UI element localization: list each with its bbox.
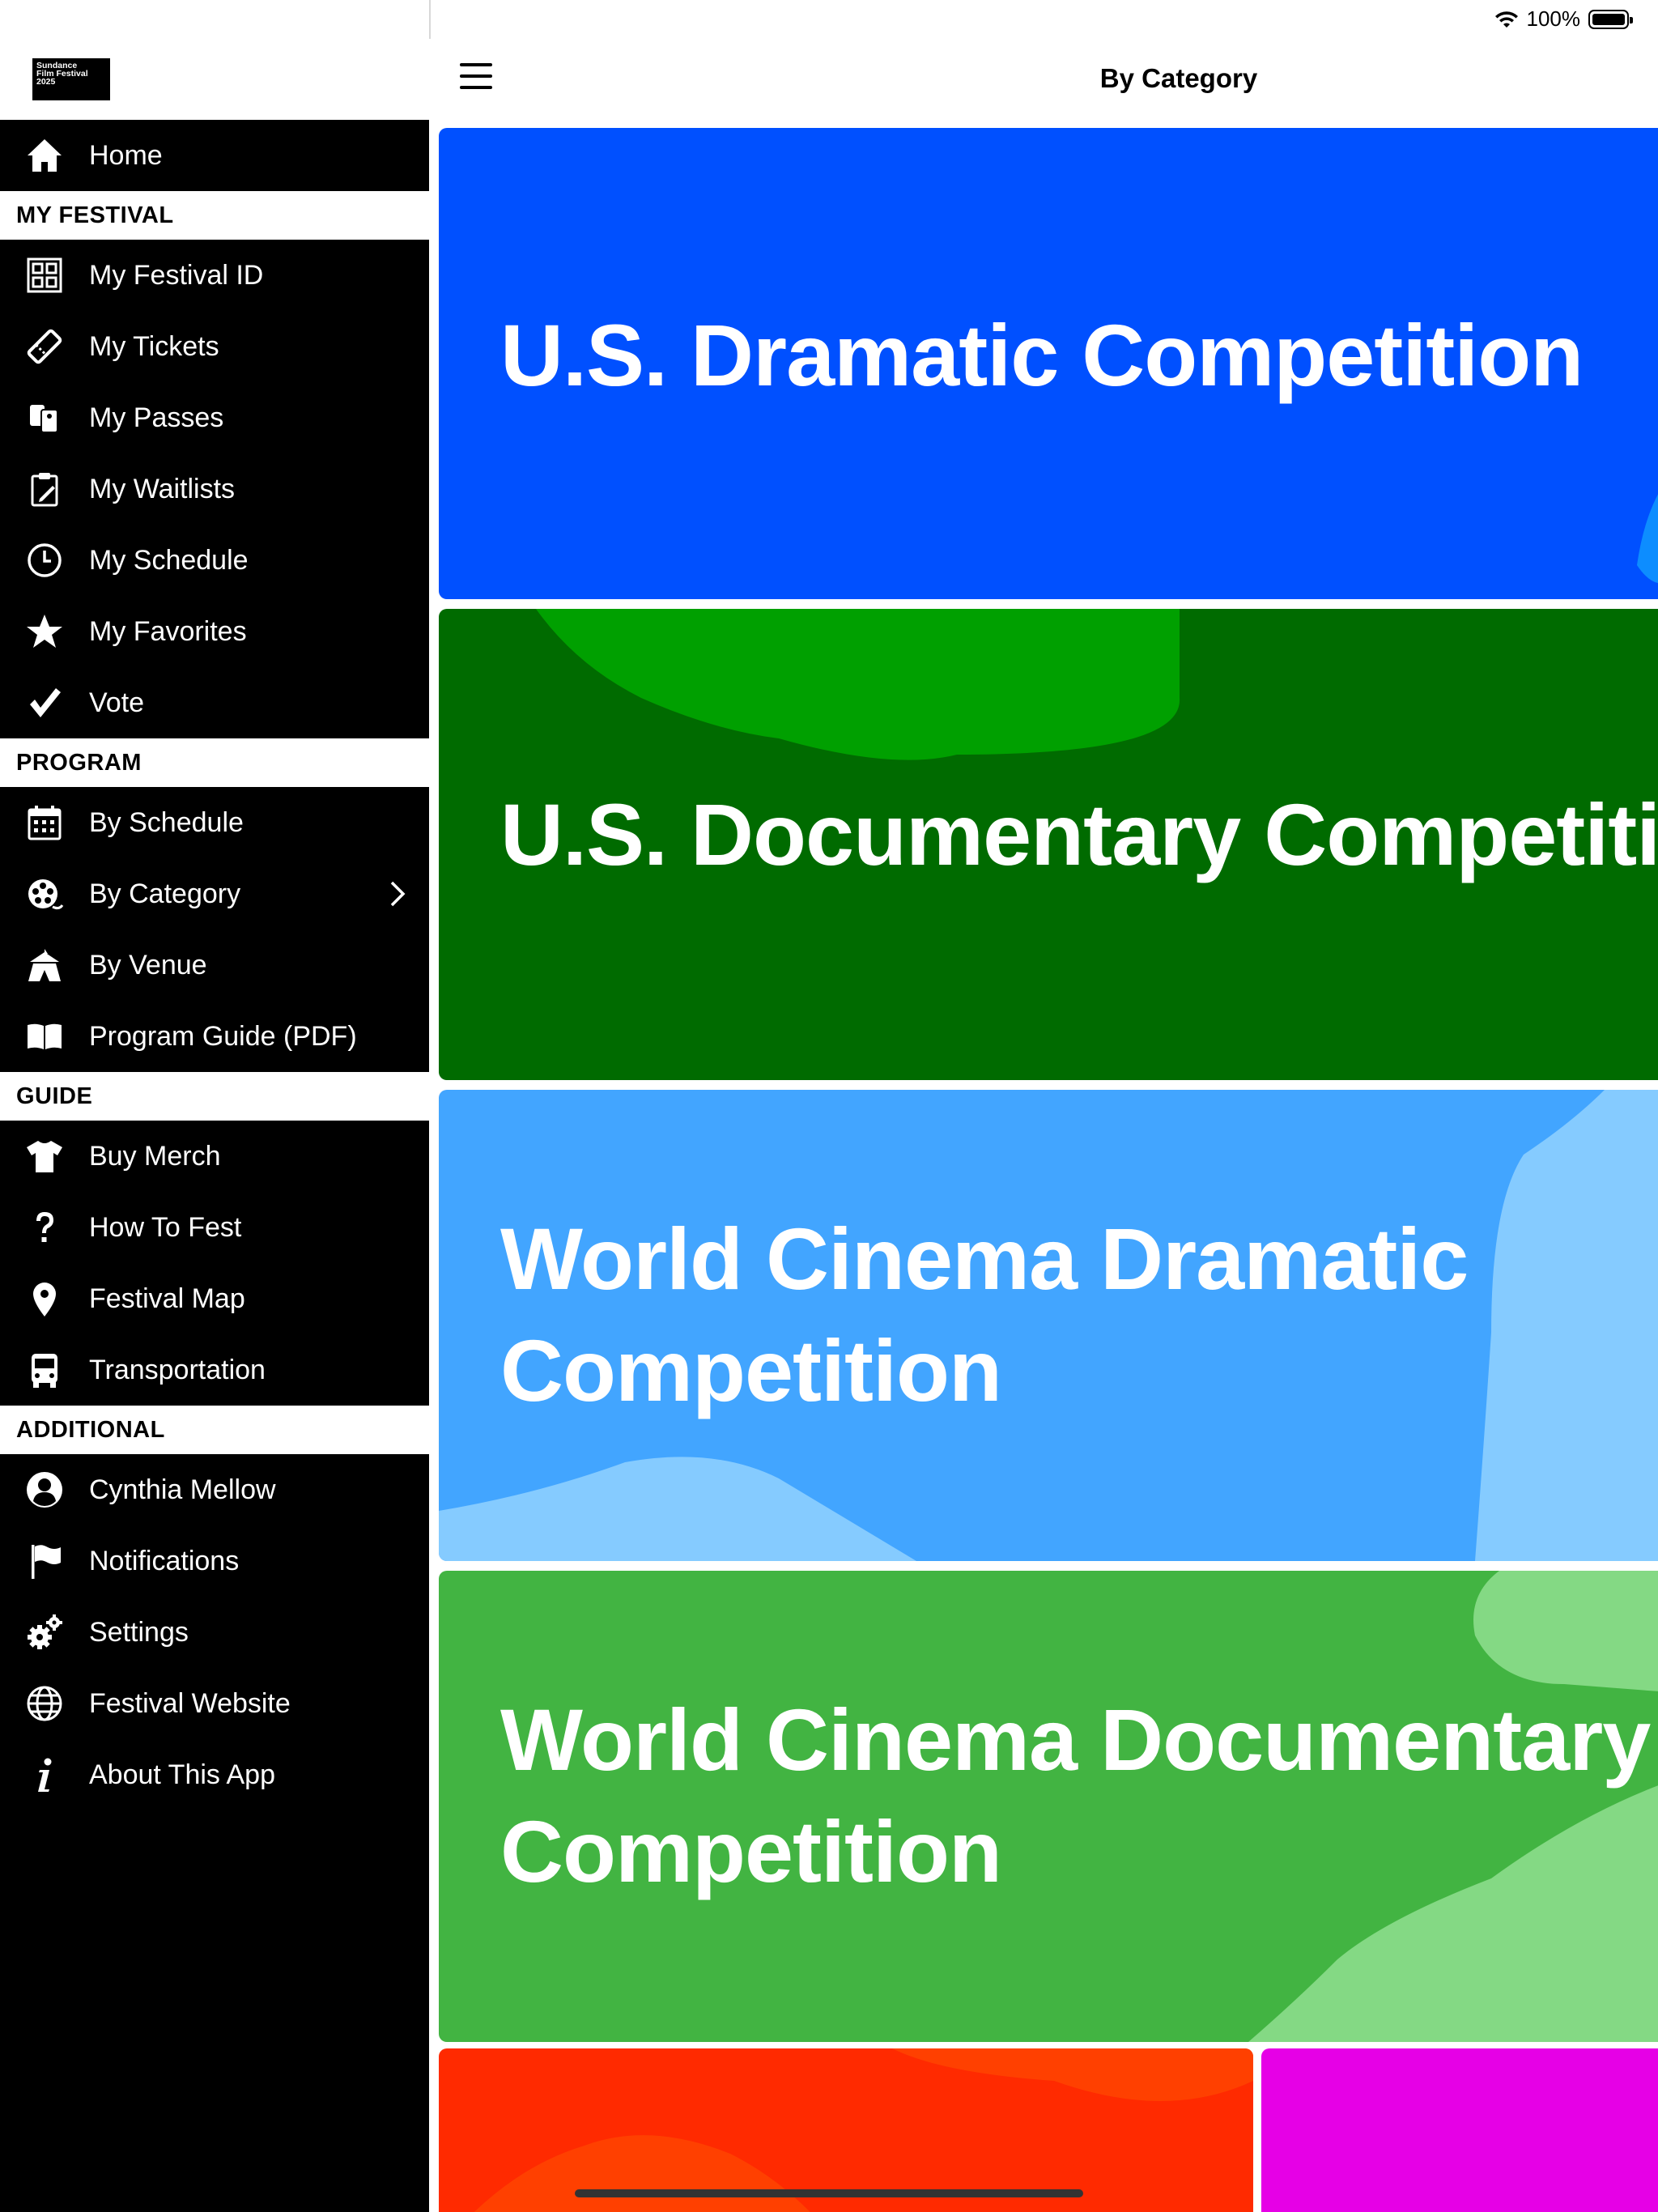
globe-icon [27, 1686, 62, 1721]
sidebar-item-program-guide[interactable]: Program Guide (PDF) [0, 1001, 429, 1072]
hamburger-menu-icon[interactable] [460, 63, 492, 92]
sidebar-item-my-schedule[interactable]: My Schedule [0, 525, 429, 596]
home-indicator[interactable] [575, 2189, 1083, 2197]
sidebar: Sundance Film Festival 2025 Home MY FEST… [0, 0, 429, 2212]
venue-tent-icon [28, 949, 61, 981]
sidebar-item-label: Settings [89, 1616, 189, 1648]
sidebar-item-label: Festival Map [89, 1283, 245, 1314]
sidebar-item-label: How To Fest [89, 1211, 242, 1243]
sidebar-item-festival-website[interactable]: Festival Website [0, 1668, 429, 1739]
info-icon [38, 1758, 52, 1792]
sidebar-item-label: About This App [89, 1759, 275, 1790]
sidebar-item-buy-merch[interactable]: Buy Merch [0, 1121, 429, 1192]
sidebar-item-transportation[interactable]: Transportation [0, 1334, 429, 1406]
map-pin-icon [33, 1283, 56, 1317]
category-list[interactable]: U.S. Dramatic Competition U.S. Documenta… [429, 128, 1658, 2212]
sidebar-item-vote[interactable]: Vote [0, 667, 429, 738]
battery-icon [1588, 9, 1633, 29]
category-title: Competition [500, 1802, 1002, 1900]
category-card-us-dramatic[interactable]: U.S. Dramatic Competition [439, 128, 1658, 599]
tshirt-icon [27, 1141, 62, 1172]
category-title: Competition [500, 1321, 1002, 1419]
sidebar-item-label: By Category [89, 878, 241, 909]
sidebar-item-label: Cynthia Mellow [89, 1474, 276, 1505]
sidebar-item-my-waitlists[interactable]: My Waitlists [0, 453, 429, 525]
sidebar-item-my-tickets[interactable]: My Tickets [0, 311, 429, 382]
sidebar-item-label: My Schedule [89, 544, 249, 576]
sidebar-item-by-schedule[interactable]: By Schedule [0, 787, 429, 858]
flag-icon [32, 1545, 61, 1579]
sidebar-item-notifications[interactable]: Notifications [0, 1525, 429, 1597]
sundance-logo[interactable]: Sundance Film Festival 2025 [32, 58, 110, 100]
sidebar-item-by-category[interactable]: By Category [0, 858, 429, 929]
film-reel-icon [28, 879, 64, 910]
sidebar-item-label: Transportation [89, 1354, 266, 1385]
sidebar-item-label: By Schedule [89, 806, 244, 838]
gears-icon [28, 1614, 62, 1649]
section-header-program: PROGRAM [0, 738, 429, 787]
category-card-world-dramatic[interactable]: World Cinema Dramatic Competition [439, 1090, 1658, 1561]
sidebar-item-label: My Waitlists [89, 473, 236, 504]
wifi-icon [1494, 11, 1518, 28]
section-header-guide: GUIDE [0, 1072, 429, 1121]
qr-code-icon [27, 257, 62, 293]
category-title: U.S. Documentary Competition [500, 785, 1658, 883]
sidebar-item-my-festival-id[interactable]: My Festival ID [0, 240, 429, 311]
chevron-right-icon [390, 881, 406, 907]
passes-icon [30, 405, 58, 433]
clipboard-icon [31, 473, 58, 507]
category-title: World Cinema Dramatic [500, 1210, 1469, 1308]
battery-percent: 100% [1526, 6, 1581, 31]
category-card-us-documentary[interactable]: U.S. Documentary Competition [439, 609, 1658, 1080]
sidebar-item-label: My Passes [89, 402, 224, 433]
section-header-additional: ADDITIONAL [0, 1406, 429, 1454]
sidebar-item-my-passes[interactable]: My Passes [0, 382, 429, 453]
sidebar-item-about-this-app[interactable]: About This App [0, 1739, 429, 1810]
calendar-icon [28, 806, 62, 840]
sidebar-item-label: My Festival ID [89, 259, 264, 291]
sidebar-item-label: Notifications [89, 1545, 240, 1576]
sidebar-item-profile[interactable]: Cynthia Mellow [0, 1454, 429, 1525]
sidebar-menu: Home MY FESTIVAL My Festival ID My Ticke… [0, 120, 429, 1810]
category-card-partial[interactable] [439, 2048, 1253, 2212]
category-title: World Cinema Documentary [500, 1691, 1651, 1789]
star-icon [27, 615, 62, 648]
status-indicators: 100% [1494, 6, 1633, 32]
sidebar-item-label: My Tickets [89, 330, 219, 362]
home-icon [28, 139, 62, 172]
bus-icon [32, 1354, 57, 1388]
question-icon [36, 1212, 53, 1242]
category-card-partial[interactable] [1261, 2048, 1658, 2212]
sidebar-item-label: Vote [89, 687, 145, 718]
category-title: U.S. Dramatic Competition [500, 306, 1584, 404]
sidebar-item-how-to-fest[interactable]: How To Fest [0, 1192, 429, 1263]
sidebar-item-festival-map[interactable]: Festival Map [0, 1263, 429, 1334]
sidebar-item-label: My Favorites [89, 615, 247, 647]
sidebar-item-settings[interactable]: Settings [0, 1597, 429, 1668]
sidebar-item-by-venue[interactable]: By Venue [0, 929, 429, 1001]
sidebar-item-label: Buy Merch [89, 1140, 221, 1172]
page-title-text: By Category [1099, 63, 1258, 93]
sidebar-item-label: Program Guide (PDF) [89, 1020, 357, 1052]
sidebar-item-home[interactable]: Home [0, 120, 429, 191]
top-nav-bar: By Category [429, 39, 1658, 128]
sidebar-item-label: Festival Website [89, 1687, 291, 1719]
card-background-shape [439, 2048, 1253, 2212]
user-avatar-icon [27, 1472, 62, 1508]
sidebar-item-label: Home [89, 139, 163, 171]
ticket-icon [27, 329, 62, 364]
book-icon [28, 1023, 62, 1049]
sidebar-item-label: By Venue [89, 949, 207, 981]
section-header-my-festival: MY FESTIVAL [0, 191, 429, 240]
sidebar-header: Sundance Film Festival 2025 [0, 0, 429, 120]
sidebar-item-my-favorites[interactable]: My Favorites [0, 596, 429, 667]
logo-line: 2025 [36, 77, 56, 87]
category-card-world-documentary[interactable]: World Cinema Documentary Competition [439, 1571, 1658, 2042]
clock-icon [28, 543, 62, 577]
checkmark-icon [30, 688, 61, 717]
